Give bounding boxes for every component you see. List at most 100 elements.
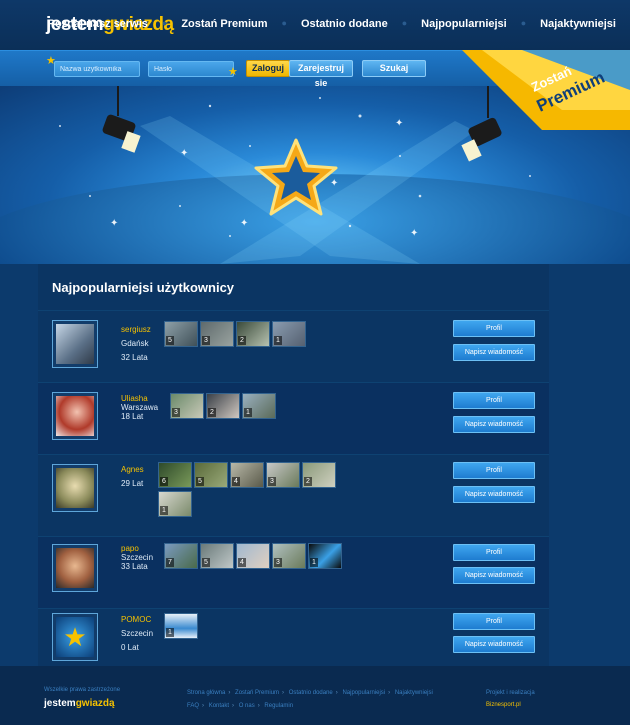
- photo-thumb[interactable]: 2: [236, 321, 270, 347]
- photo-thumb[interactable]: 3: [266, 462, 300, 488]
- photo-count: 2: [238, 336, 246, 345]
- nav-premium[interactable]: Zostań Premium: [181, 18, 267, 30]
- avatar-image: [56, 548, 94, 588]
- photo-thumb[interactable]: 4: [230, 462, 264, 488]
- profile-button[interactable]: Profil: [453, 462, 535, 479]
- user-name[interactable]: sergiusz: [121, 325, 151, 334]
- user-row: papo Szczecin 33 Lata 7 5 4 3 1 Profil N…: [38, 536, 549, 608]
- message-button[interactable]: Napisz wiadomość: [453, 344, 535, 361]
- user-name[interactable]: Uliasha: [121, 394, 148, 403]
- avatar-star-icon: ★: [56, 617, 94, 657]
- nav-separator: ●: [161, 18, 168, 28]
- footer-separator: ›: [335, 690, 338, 696]
- avatar[interactable]: [52, 320, 98, 368]
- footer-separator: ›: [282, 690, 285, 696]
- search-button[interactable]: Szukaj: [362, 60, 426, 77]
- profile-button[interactable]: Profil: [453, 613, 535, 630]
- user-city: Szczecin: [121, 629, 154, 638]
- user-row: Agnes 29 Lat 6 5 4 3 2 1 Profil Napisz w…: [38, 454, 549, 536]
- footer-logo[interactable]: jestemgwiazdą: [44, 698, 115, 709]
- avatar[interactable]: ★: [52, 613, 98, 661]
- user-name[interactable]: POMOC: [121, 615, 151, 624]
- user-name[interactable]: Agnes: [121, 465, 144, 474]
- photo-count: 3: [172, 408, 180, 417]
- user-name[interactable]: papo: [121, 544, 139, 553]
- footer-link[interactable]: Zostań Premium: [235, 690, 279, 696]
- photo-count: 1: [160, 506, 168, 515]
- footer: Wszelkie prawa zastrzeżone jestemgwiazdą…: [0, 666, 630, 725]
- profile-button[interactable]: Profil: [453, 392, 535, 409]
- photo-count: 3: [202, 336, 210, 345]
- photo-thumb[interactable]: 1: [272, 321, 306, 347]
- avatar[interactable]: [52, 464, 98, 512]
- profile-button[interactable]: Profil: [453, 544, 535, 561]
- user-row: ★ POMOC Szczecin 0 Lat 1 Profil Napisz w…: [38, 608, 549, 666]
- footer-link[interactable]: Ostatnio dodane: [289, 690, 333, 696]
- star-icon: ★: [228, 66, 238, 78]
- svg-text:✦: ✦: [240, 218, 248, 229]
- photo-thumb[interactable]: 5: [194, 462, 228, 488]
- footer-link[interactable]: Kontakt: [209, 703, 229, 709]
- user-age: 29 Lat: [121, 479, 144, 488]
- footer-separator: ›: [232, 703, 235, 709]
- user-city: Warszawa: [121, 403, 159, 412]
- photo-thumb[interactable]: 6: [158, 462, 192, 488]
- page-title: Najpopularniejsi użytkownicy: [52, 280, 235, 295]
- message-button[interactable]: Napisz wiadomość: [453, 567, 535, 584]
- premium-badge[interactable]: Zostań Premium: [462, 50, 630, 130]
- photo-thumb[interactable]: 3: [200, 321, 234, 347]
- password-input[interactable]: [148, 61, 234, 77]
- photo-thumb[interactable]: 2: [302, 462, 336, 488]
- photo-count: 1: [274, 336, 282, 345]
- profile-button[interactable]: Profil: [453, 320, 535, 337]
- photo-thumb[interactable]: 1: [242, 393, 276, 419]
- footer-logo-part1: jestem: [44, 698, 76, 709]
- footer-link[interactable]: Regulamin: [264, 703, 293, 709]
- footer-link[interactable]: Najpopularniejsi: [342, 690, 385, 696]
- photo-thumb[interactable]: 5: [164, 321, 198, 347]
- photo-count: 1: [310, 558, 318, 567]
- credit-brand[interactable]: Biznesport.pl: [486, 699, 535, 711]
- user-city: Szczecin: [121, 553, 154, 562]
- photo-thumb[interactable]: 3: [272, 543, 306, 569]
- footer-logo-part2: gwiazdą: [75, 698, 115, 709]
- spotlight-left-icon: [102, 86, 141, 153]
- nav-najpopularniejsi[interactable]: Najpopularniejsi: [421, 18, 507, 30]
- avatar[interactable]: [52, 392, 98, 440]
- user-age: 32 Lata: [121, 353, 148, 362]
- footer-separator: ›: [388, 690, 391, 696]
- photo-thumb[interactable]: 5: [200, 543, 234, 569]
- photo-thumb[interactable]: 1: [164, 613, 198, 639]
- message-button[interactable]: Napisz wiadomość: [453, 416, 535, 433]
- credit-label: Projekt i realizacja: [486, 690, 535, 696]
- photo-count: 2: [208, 408, 216, 417]
- username-input[interactable]: [54, 61, 140, 77]
- avatar[interactable]: [52, 544, 98, 592]
- photo-thumb[interactable]: 2: [206, 393, 240, 419]
- photo-thumb[interactable]: 7: [164, 543, 198, 569]
- message-button[interactable]: Napisz wiadomość: [453, 486, 535, 503]
- nav-najaktywniejsi[interactable]: Najaktywniejsi: [540, 18, 616, 30]
- user-age: 33 Lata: [121, 562, 148, 571]
- photo-count: 5: [166, 336, 174, 345]
- svg-text:✦: ✦: [410, 228, 418, 239]
- photo-thumb[interactable]: 3: [170, 393, 204, 419]
- nav-poznaj[interactable]: Poznaj nasz serwis: [48, 18, 148, 30]
- photo-thumb[interactable]: 1: [308, 543, 342, 569]
- photo-thumb[interactable]: 1: [158, 491, 192, 517]
- nav-ostatnio[interactable]: Ostatnio dodane: [301, 18, 388, 30]
- footer-credit: Projekt i realizacja Biznesport.pl: [486, 687, 535, 711]
- photo-thumb[interactable]: 4: [236, 543, 270, 569]
- login-button[interactable]: Zaloguj: [246, 60, 290, 77]
- register-button[interactable]: Zarejestruj się: [289, 60, 353, 88]
- nav-separator: ●: [281, 18, 287, 28]
- footer-link[interactable]: Najaktywniejsi: [395, 690, 433, 696]
- footer-link[interactable]: FAQ: [187, 703, 199, 709]
- photo-count: 4: [232, 477, 240, 486]
- user-age: 0 Lat: [121, 643, 139, 652]
- footer-link[interactable]: O nas: [239, 703, 255, 709]
- footer-link[interactable]: Strona główna: [187, 690, 225, 696]
- user-row: Uliasha Warszawa 18 Lat 3 2 1 Profil Nap…: [38, 382, 549, 454]
- message-button[interactable]: Napisz wiadomość: [453, 636, 535, 653]
- footer-rights: Wszelkie prawa zastrzeżone: [44, 687, 121, 693]
